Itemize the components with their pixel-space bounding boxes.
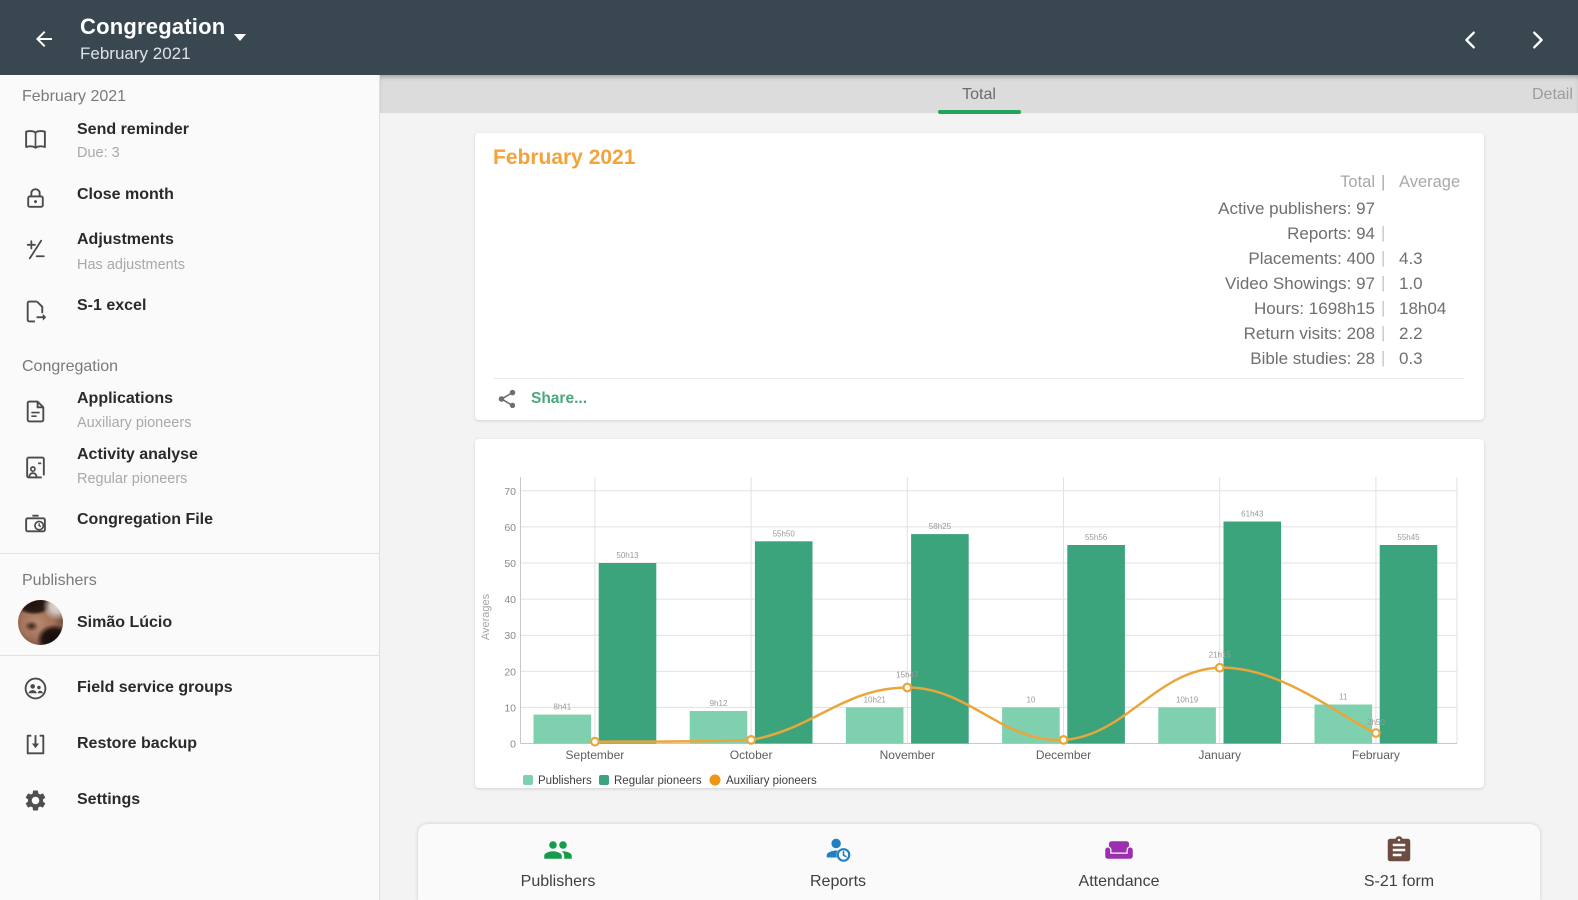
- svg-text:Publishers: Publishers: [538, 775, 592, 787]
- svg-text:January: January: [1198, 748, 1241, 762]
- svg-text:2h50: 2h50: [1367, 718, 1385, 727]
- svg-text:February: February: [1352, 748, 1400, 762]
- svg-text:70: 70: [504, 486, 516, 498]
- svg-text:61h43: 61h43: [1241, 510, 1264, 519]
- svg-text:40: 40: [504, 594, 516, 606]
- svg-text:21h15: 21h15: [1209, 651, 1232, 660]
- svg-text:11: 11: [1339, 693, 1348, 702]
- svg-text:Auxiliary pioneers: Auxiliary pioneers: [726, 775, 817, 787]
- svg-text:60: 60: [504, 522, 516, 534]
- svg-text:10h21: 10h21: [864, 695, 887, 704]
- svg-text:20: 20: [504, 666, 516, 678]
- svg-text:50: 50: [504, 558, 516, 570]
- svg-text:55h45: 55h45: [1397, 533, 1420, 542]
- svg-text:December: December: [1036, 748, 1091, 762]
- svg-text:30: 30: [504, 630, 516, 642]
- svg-text:10: 10: [504, 702, 516, 714]
- svg-text:55h56: 55h56: [1085, 533, 1108, 542]
- svg-text:9h12: 9h12: [710, 699, 728, 708]
- svg-text:8h41: 8h41: [553, 703, 571, 712]
- svg-text:58h25: 58h25: [929, 522, 952, 531]
- svg-text:10h19: 10h19: [1176, 695, 1199, 704]
- svg-text:Regular pioneers: Regular pioneers: [614, 775, 702, 787]
- svg-text:October: October: [730, 748, 773, 762]
- svg-text:September: September: [566, 748, 625, 762]
- svg-text:15h47: 15h47: [896, 671, 919, 680]
- svg-text:50h13: 50h13: [616, 551, 639, 560]
- svg-text:10: 10: [1026, 695, 1035, 704]
- svg-text:November: November: [880, 748, 935, 762]
- svg-text:0: 0: [510, 739, 516, 751]
- svg-text:55h50: 55h50: [773, 529, 796, 538]
- svg-text:Averages: Averages: [480, 593, 492, 640]
